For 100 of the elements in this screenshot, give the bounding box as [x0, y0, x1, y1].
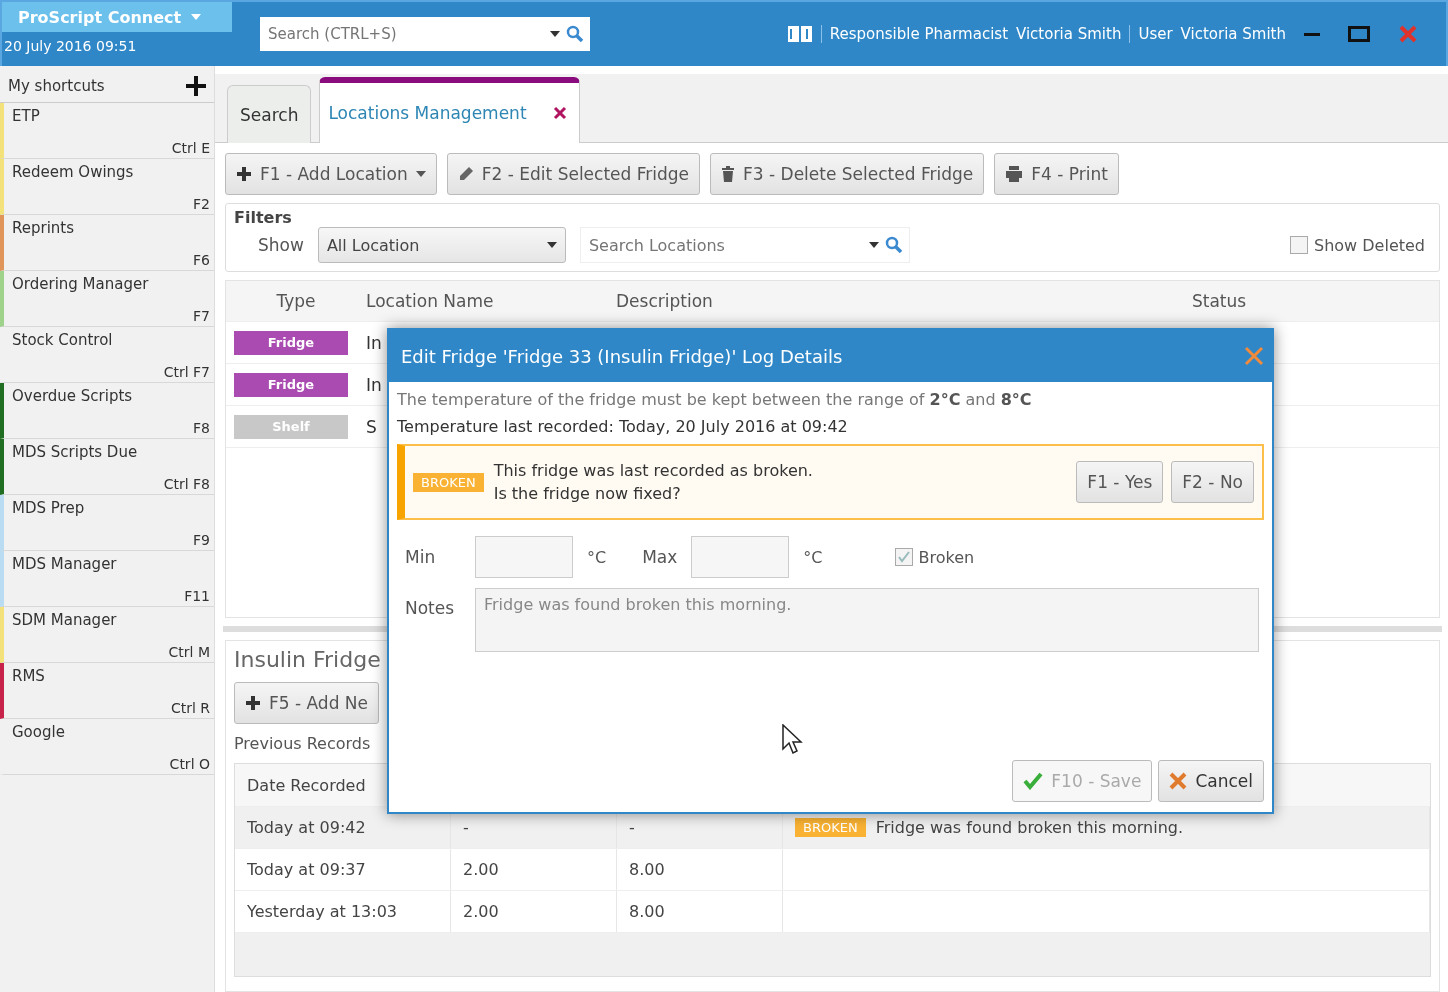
table-cell: 2.00 [451, 849, 617, 890]
cancel-button[interactable]: Cancel [1158, 760, 1264, 802]
close-icon [1398, 24, 1418, 44]
close-icon [1244, 346, 1264, 366]
caret-icon [550, 31, 560, 37]
type-tag: Fridge [234, 372, 348, 397]
max-label: Max [642, 547, 678, 567]
answer-button[interactable]: F1 - Yes [1076, 461, 1164, 503]
printer-icon [1005, 166, 1024, 182]
shortcut-label: MDS Manager [12, 555, 118, 573]
caret-icon [191, 14, 202, 20]
shortcut-key: Ctrl E [171, 140, 210, 158]
details-title: Insulin Fridge [234, 647, 382, 672]
unit-label: °C [803, 547, 823, 567]
shortcut-label: MDS Scripts Due [12, 443, 139, 461]
shortcut-label: RMS [12, 667, 46, 685]
table-cell-text: In [365, 332, 382, 353]
shortcut-key: F6 [193, 252, 210, 270]
check-icon [897, 551, 910, 563]
shortcut-key: F11 [184, 588, 210, 606]
shortcut-label: ETP [12, 107, 41, 125]
book-icon [786, 25, 813, 43]
minimize-icon [1304, 32, 1320, 36]
shortcut-key: Ctrl R [170, 700, 210, 718]
trash-icon [721, 166, 736, 182]
type-tag: Fridge [234, 330, 348, 355]
date-time: 20 July 2016 09:51 [3, 37, 138, 56]
dialog-title: Edit Fridge 'Fridge 33 (Insulin Fridge)' Log Details [401, 345, 843, 367]
shortcut-key: F9 [193, 532, 210, 550]
status-tag: BROKEN [413, 472, 484, 492]
table-cell: Fridge was found broken this morning. [875, 818, 1184, 837]
add-record-button[interactable]: F5 - Add Ne [234, 682, 380, 724]
tab[interactable]: Locations Management [319, 77, 580, 143]
shortcut-label: SDM Manager [12, 611, 118, 629]
alert-text: Is the fridge now fixed? [493, 484, 682, 503]
location-search-box[interactable]: Search Locations [579, 227, 910, 263]
status-tag: BROKEN [795, 818, 866, 837]
shortcut-key: F7 [193, 308, 210, 326]
tab[interactable]: Search [227, 85, 312, 143]
previous-records-label: Previous Records [234, 734, 371, 753]
table-cell-text: In [365, 374, 382, 395]
shortcut-key: Ctrl F7 [163, 364, 210, 382]
maximize-icon [1348, 25, 1370, 43]
table-cell: 8.00 [617, 849, 783, 890]
filters-title: Filters [234, 208, 293, 227]
shortcut-key: Ctrl M [168, 644, 210, 662]
show-deleted-checkbox[interactable]: Show Deleted [1284, 234, 1431, 256]
shortcut-label: MDS Prep [12, 499, 86, 517]
add-icon[interactable] [186, 76, 206, 96]
plus-icon [245, 695, 261, 711]
table-cell: 2.00 [451, 891, 617, 932]
toolbar-button[interactable]: F2 - Edit Selected Fridge [446, 153, 701, 195]
last-recorded-text: Temperature last recorded: Today, 20 July 2016 at 09:42 [397, 417, 849, 436]
column-header: Location Name [365, 291, 495, 311]
answer-button[interactable]: F2 - No [1171, 461, 1254, 503]
range-text: The temperature of the fridge must be kept between the range of 2°C and 8°C [397, 390, 1033, 409]
search-box[interactable]: Search (CTRL+S) [260, 17, 590, 51]
min-field[interactable] [475, 536, 573, 578]
alert-text: This fridge was last recorded as broken. [493, 461, 813, 480]
shortcut-key: Ctrl O [169, 756, 210, 774]
show-label: Show [258, 235, 304, 255]
shortcut-key: Ctrl F8 [163, 476, 210, 494]
notes-label: Notes [405, 597, 456, 618]
min-label: Min [405, 547, 437, 567]
pharmacist-label: Responsible Pharmacist [829, 25, 1008, 43]
cancel-icon [1169, 772, 1188, 790]
toolbar-button[interactable]: F3 - Delete Selected Fridge [710, 153, 985, 195]
pharmacist-name: Victoria Smith [1016, 25, 1122, 43]
user-name: Victoria Smith [1180, 25, 1286, 43]
shortcut-label: Reprints [12, 219, 76, 237]
plus-icon [236, 166, 252, 182]
broken-checkbox[interactable]: Broken [888, 546, 981, 568]
table-cell-text: S [365, 416, 377, 437]
toolbar-button[interactable]: F4 - Print [994, 153, 1119, 195]
shortcut-label: Overdue Scripts [12, 387, 134, 405]
cursor-icon [782, 724, 804, 756]
shortcut-key: F2 [193, 196, 210, 214]
caret-icon [415, 171, 426, 177]
shortcut-label: Ordering Manager [12, 275, 150, 293]
toolbar-button[interactable]: F1 - Add Location [225, 153, 437, 195]
column-header: Status [1191, 291, 1248, 311]
shortcut-label: Redeem Owings [12, 163, 135, 181]
search-icon [884, 236, 903, 254]
table-cell: Yesterday at 13:03 [235, 891, 451, 932]
caret-icon [868, 242, 879, 248]
table-cell: 8.00 [617, 891, 783, 932]
user-label: User [1138, 25, 1173, 43]
pencil-icon [457, 166, 474, 182]
column-header: Type [275, 291, 317, 311]
column-header: Description [615, 291, 714, 311]
caret-icon [546, 242, 557, 248]
check-icon [1023, 772, 1044, 790]
shortcut-label: Google [12, 723, 66, 741]
shortcut-key: F8 [193, 420, 210, 438]
max-field[interactable] [691, 536, 790, 578]
unit-label: °C [587, 547, 607, 567]
show-dropdown[interactable]: All Location [317, 227, 566, 263]
shortcut-label: Stock Control [12, 331, 114, 349]
close-tab-icon[interactable] [552, 106, 567, 120]
search-icon [566, 25, 584, 43]
